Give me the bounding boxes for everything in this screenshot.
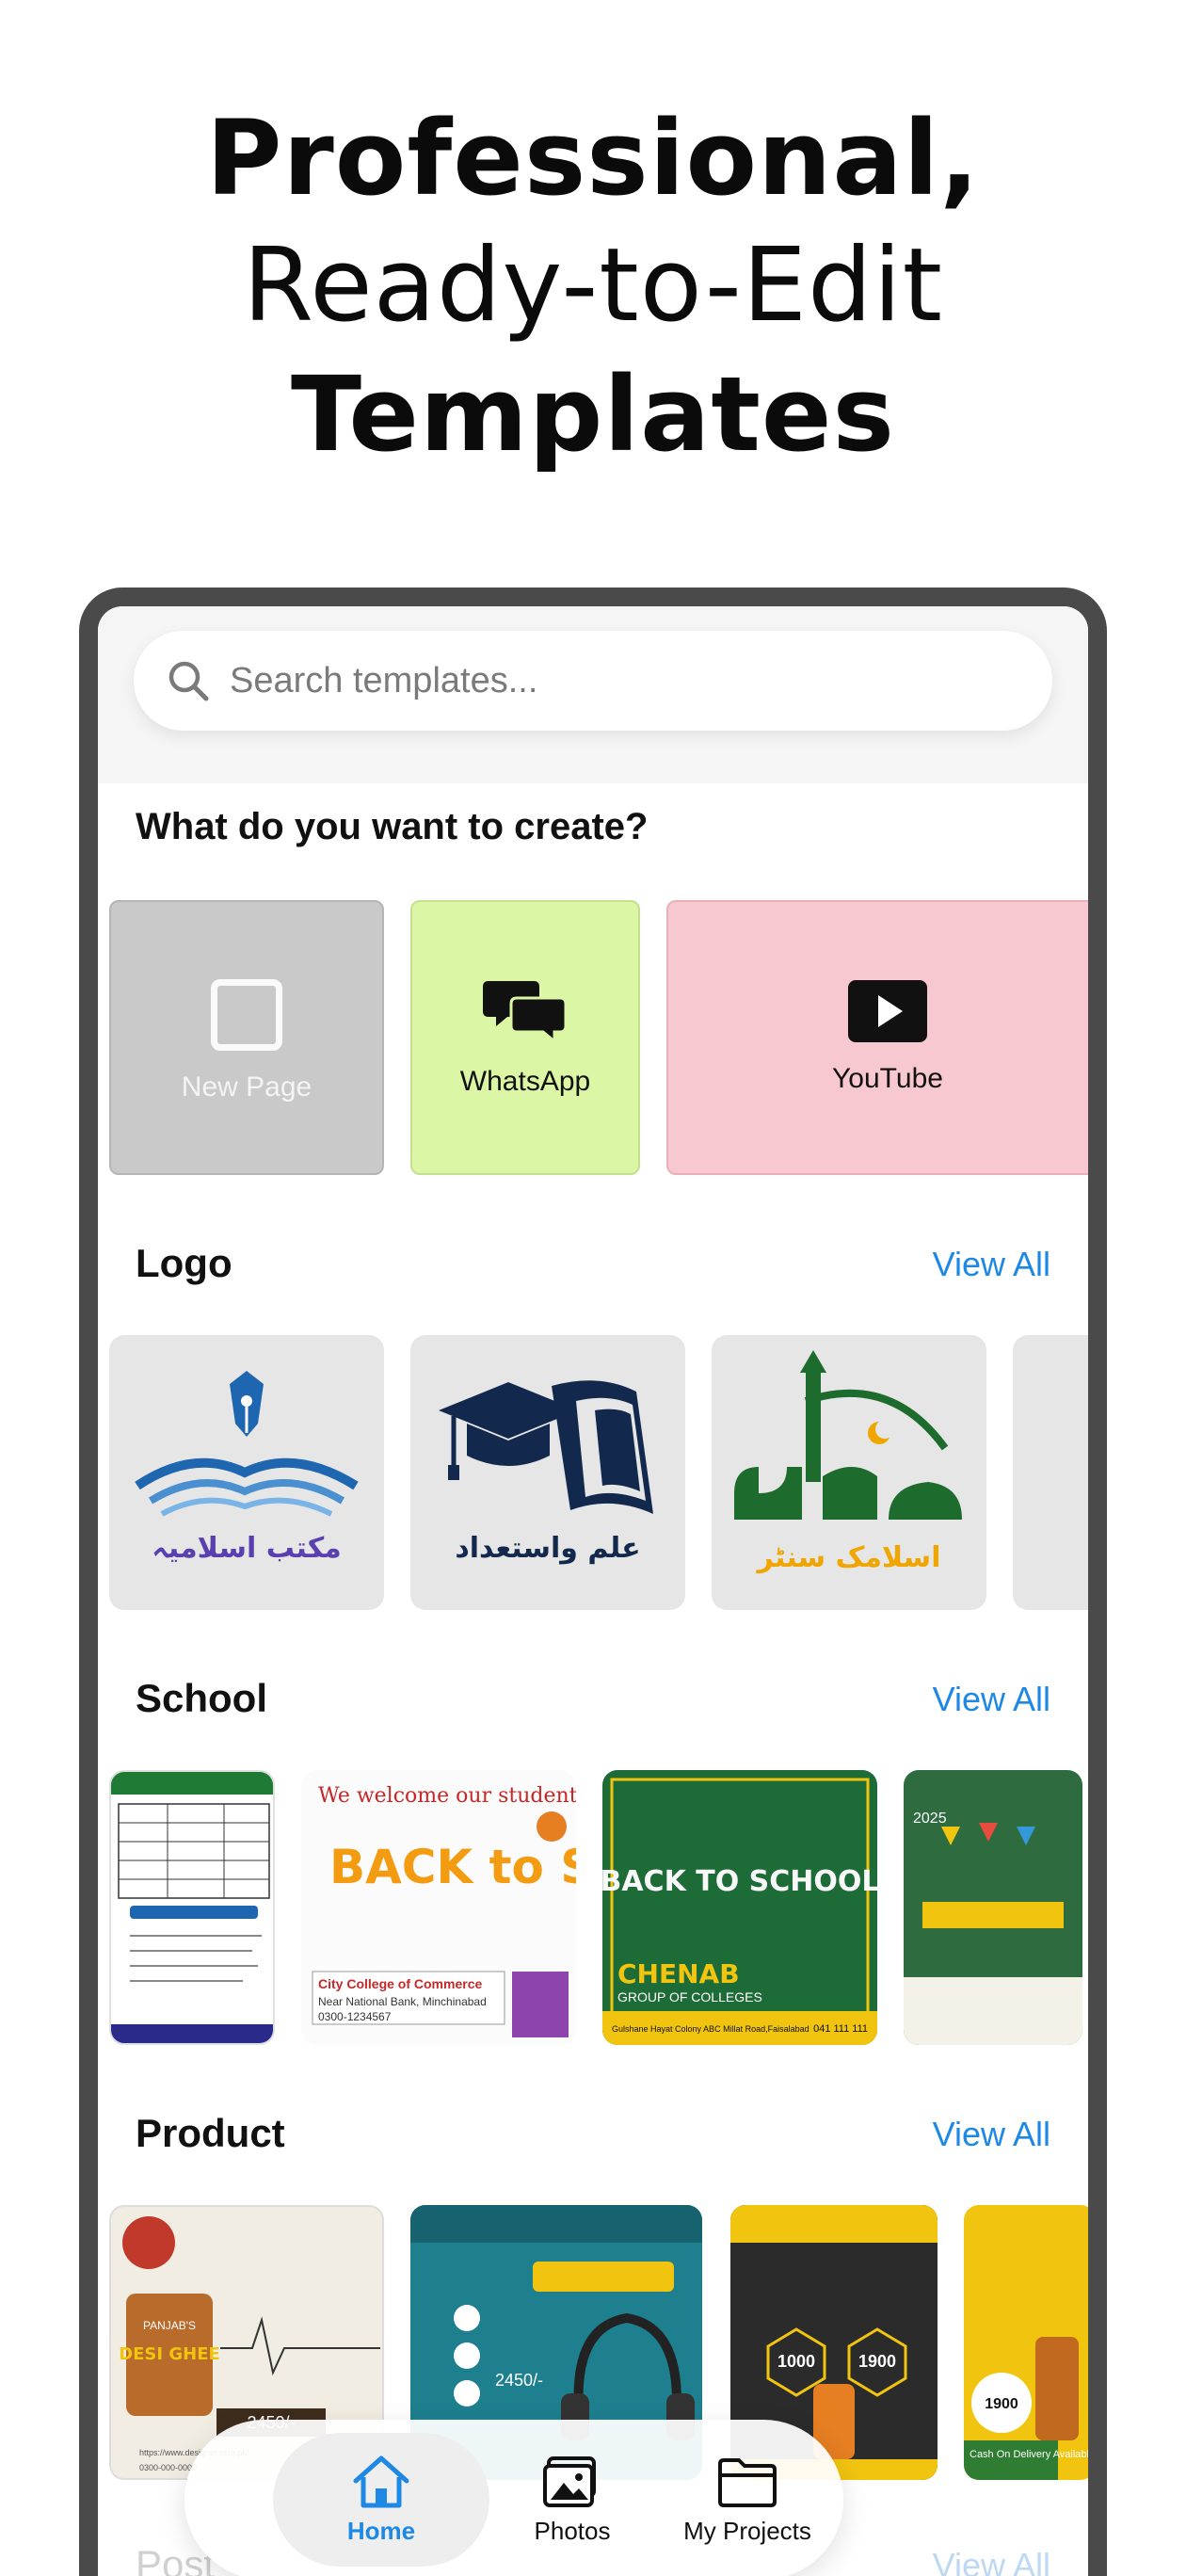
logo-section-title: Logo: [136, 1241, 232, 1285]
search-icon: [168, 661, 209, 701]
photos-icon: [543, 2455, 596, 2507]
new-page-label: New Page: [181, 1071, 313, 1103]
logo-caption: مکتب اسلامیہ: [152, 1532, 341, 1565]
school-templates-row: We welcome our students BACK to SCHOOL C…: [109, 1770, 1088, 2045]
app-screen: What do you want to create? New Page Wha…: [98, 606, 1088, 2576]
contact-phone: 0300-000-0000: [139, 2463, 197, 2472]
delivery-note: Cash On Delivery Available: [970, 2449, 1088, 2460]
tab-my-projects[interactable]: My Projects: [655, 2433, 840, 2567]
product-price: 1900: [858, 2352, 896, 2371]
create-cards: New Page WhatsApp YouTube: [109, 900, 1088, 1175]
square-outline-icon: [211, 979, 282, 1051]
school-template-card[interactable]: We welcome our students BACK to SCHOOL C…: [301, 1770, 576, 2045]
youtube-card[interactable]: YouTube: [666, 900, 1088, 1175]
tab-my-projects-label: My Projects: [683, 2516, 811, 2545]
play-icon: [848, 980, 927, 1042]
product-name: DESI GHEE: [119, 2344, 220, 2364]
college-subtitle: GROUP OF COLLEGES: [617, 1989, 762, 2004]
chenab-college-template: BACK TO SCHOOL CHENAB GROUP OF COLLEGES …: [602, 1778, 877, 2045]
timetable-template: [111, 1772, 273, 2043]
product-price: 2450/-: [495, 2371, 543, 2390]
headline-line-1: Professional,: [205, 98, 981, 218]
logo-view-all-link[interactable]: View All: [933, 1245, 1050, 1284]
college-name: City College of Commerce: [318, 1976, 482, 1991]
bottom-tab-bar: Home Photos My Projects: [184, 2420, 843, 2576]
tab-home[interactable]: Home: [273, 2433, 489, 2567]
chat-bubbles-icon: [483, 981, 568, 1045]
college-name: CHENAB: [617, 1958, 740, 1989]
folder-icon: [718, 2457, 777, 2507]
honey-template: 1900 Cash On Delivery Available: [964, 2337, 1088, 2480]
year-label: 2025: [913, 1811, 947, 1827]
phone-frame: What do you want to create? New Page Wha…: [79, 588, 1107, 2576]
create-title: What do you want to create?: [136, 806, 649, 847]
college-phone: 041 111 111: [813, 2023, 868, 2035]
college-phone: 0300-1234567: [318, 2010, 392, 2023]
headline-line-3: Templates: [291, 354, 895, 475]
logo-template-card[interactable]: علم واستعداد: [410, 1335, 685, 1610]
logo-template-card[interactable]: مکتب اسلامیہ: [109, 1335, 384, 1610]
whatsapp-card[interactable]: WhatsApp: [410, 900, 640, 1175]
school-admission-template: 2025: [904, 1811, 1082, 2045]
logo-template-card[interactable]: اسلامک سنٹر: [712, 1335, 986, 1610]
product-view-all-link[interactable]: View All: [933, 2115, 1050, 2154]
mosque-calligraphy-logo: اسلامک سنٹر: [734, 1350, 962, 1574]
back-to-school-title: BACK TO SCHOOL: [602, 1865, 877, 1898]
tab-photos[interactable]: Photos: [480, 2433, 665, 2567]
product-price: 1000: [777, 2352, 815, 2371]
graduation-cap-logo: علم واستعداد: [439, 1380, 653, 1565]
search-area: [98, 606, 1088, 783]
college-address: Near National Bank, Minchinabad: [318, 1995, 487, 2008]
whatsapp-label: WhatsApp: [459, 1066, 591, 1097]
college-address: Gulshane Hayat Colony ABC Millat Road,Fa…: [612, 2024, 809, 2034]
headline-line-2: Ready-to-Edit: [243, 227, 943, 345]
logo-caption: علم واستعداد: [455, 1532, 640, 1565]
school-template-card[interactable]: [109, 1770, 275, 2045]
product-section-title: Product: [136, 2111, 285, 2155]
tab-photos-label: Photos: [534, 2516, 611, 2545]
home-icon: [353, 2455, 409, 2507]
search-bar[interactable]: [134, 631, 1052, 731]
welcome-heading: We welcome our students: [318, 1784, 576, 1808]
youtube-label: YouTube: [832, 1063, 943, 1094]
logo-template-card[interactable]: [1013, 1335, 1088, 1610]
school-template-card[interactable]: 2025: [904, 1770, 1082, 2045]
school-view-all-link[interactable]: View All: [933, 1680, 1050, 1719]
back-to-school-template: We welcome our students BACK to SCHOOL C…: [312, 1784, 576, 2037]
school-section-title: School: [136, 1676, 268, 1720]
school-template-card[interactable]: BACK TO SCHOOL CHENAB GROUP OF COLLEGES …: [602, 1770, 877, 2045]
book-pen-logo: مکتب اسلامیہ: [135, 1371, 359, 1565]
product-template-card[interactable]: 1900 Cash On Delivery Available: [964, 2205, 1088, 2480]
logo-templates-row: مکتب اسلامیہ علم واستعداد اسلامک سنٹر: [109, 1335, 1088, 1610]
back-to-school-title: BACK to SCHOOL: [329, 1840, 576, 1894]
search-input[interactable]: [230, 660, 983, 701]
product-price: 1900: [985, 2396, 1018, 2412]
logo-caption: اسلامک سنٹر: [756, 1541, 941, 1574]
brand-label: PANJAB'S: [143, 2319, 196, 2332]
new-page-card[interactable]: New Page: [109, 900, 384, 1175]
headline: Professional, Ready-to-Edit Templates: [0, 94, 1186, 478]
tab-home-label: Home: [346, 2516, 416, 2545]
post-view-all-link[interactable]: View All: [933, 2546, 1050, 2576]
